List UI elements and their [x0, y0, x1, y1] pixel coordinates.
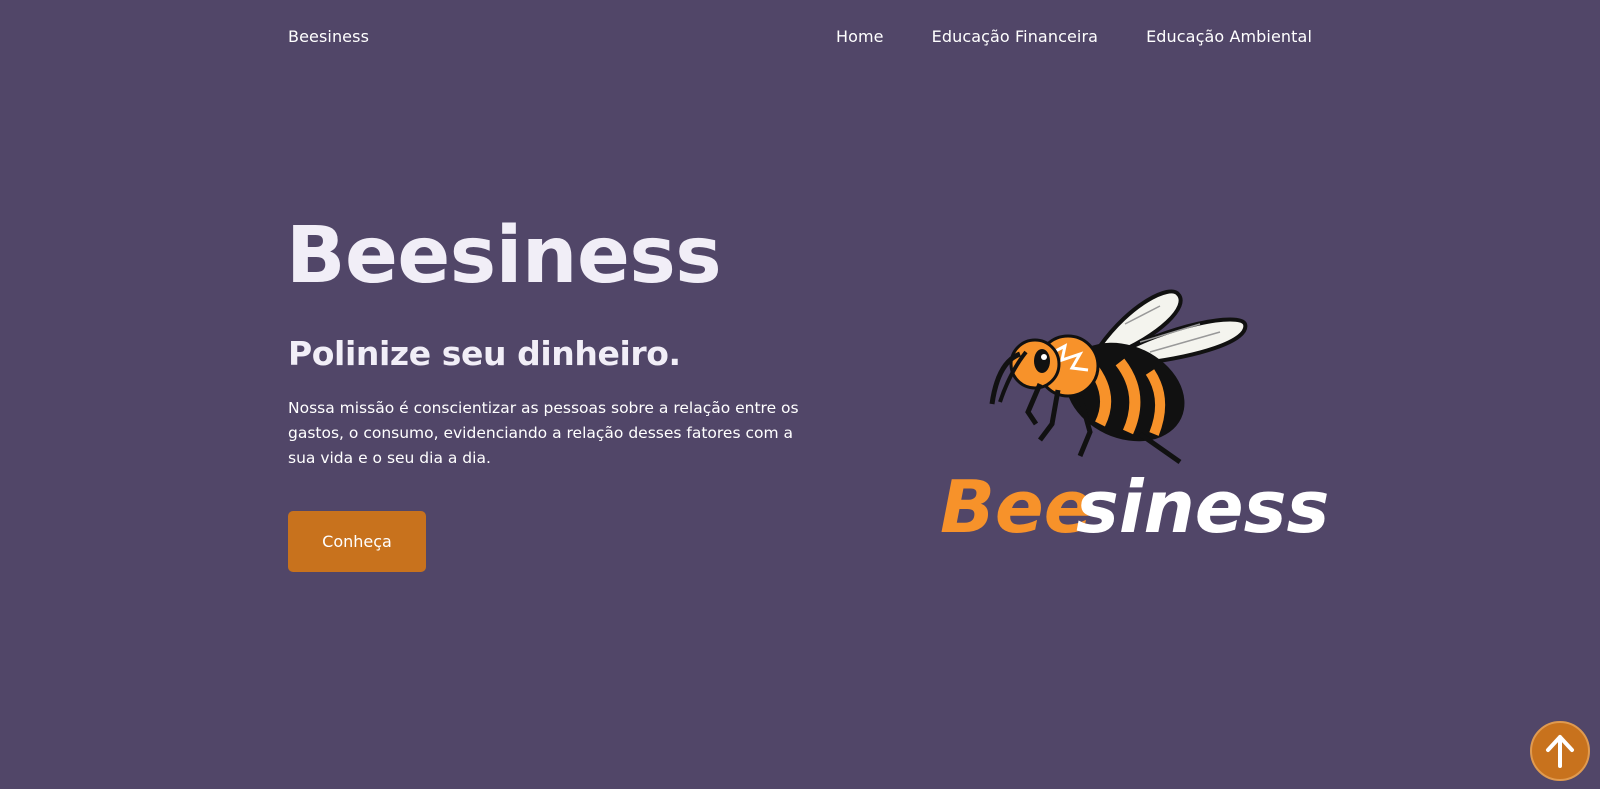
wordmark-siness: siness [1076, 465, 1329, 549]
nav-link-educacao-ambiental[interactable]: Educação Ambiental [1146, 27, 1312, 46]
hero-description: Nossa missão é conscientizar as pessoas … [288, 399, 799, 467]
bee-icon: Bee siness [940, 289, 1329, 549]
scroll-to-top-button[interactable] [1530, 721, 1590, 781]
hero-subtitle: Polinize seu dinheiro. [288, 334, 681, 373]
arrow-up-icon [1546, 735, 1574, 768]
nav-links: Home Educação Financeira Educação Ambien… [836, 27, 1312, 46]
hero-title: Beesiness [286, 211, 722, 301]
nav-link-educacao-financeira[interactable]: Educação Financeira [932, 27, 1098, 46]
beesiness-logo: Bee siness [940, 284, 1340, 554]
navbar: Beesiness Home Educação Financeira Educa… [288, 0, 1312, 72]
wordmark-bee: Bee [940, 465, 1093, 549]
brand-link[interactable]: Beesiness [288, 27, 369, 46]
cta-button[interactable]: Conheça [288, 511, 426, 572]
page: Beesiness Home Educação Financeira Educa… [0, 0, 1600, 789]
nav-link-home[interactable]: Home [836, 27, 884, 46]
